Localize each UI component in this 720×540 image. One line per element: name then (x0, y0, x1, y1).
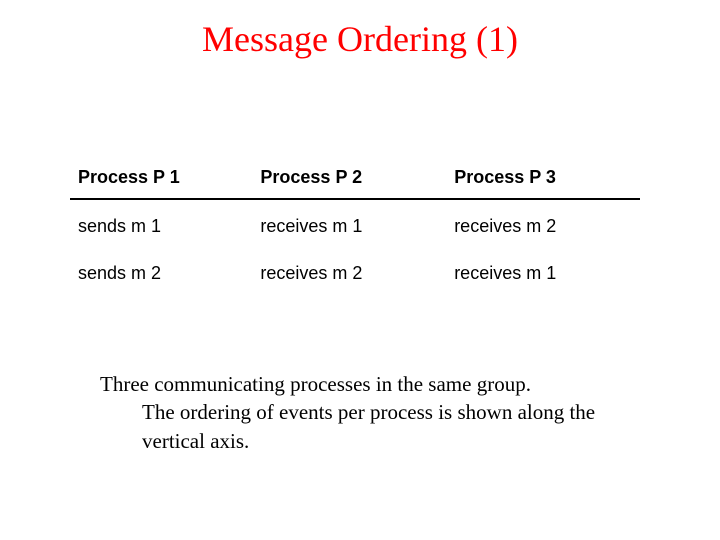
cell-r0-c1: receives m 1 (252, 199, 446, 247)
ordering-table: Process P 1 Process P 2 Process P 3 send… (70, 155, 640, 294)
slide-title: Message Ordering (1) (0, 0, 720, 60)
table-header-row: Process P 1 Process P 2 Process P 3 (70, 155, 640, 199)
table-row: sends m 1 receives m 1 receives m 2 (70, 199, 640, 247)
header-p1: Process P 1 (70, 155, 252, 199)
slide-caption: Three communicating processes in the sam… (100, 370, 630, 455)
header-p2: Process P 2 (252, 155, 446, 199)
cell-r0-c0: sends m 1 (70, 199, 252, 247)
caption-line1: Three communicating processes in the sam… (100, 372, 531, 396)
ordering-table-container: Process P 1 Process P 2 Process P 3 send… (70, 155, 640, 294)
header-p3: Process P 3 (446, 155, 640, 199)
caption-line2: The ordering of events per process is sh… (100, 398, 630, 455)
cell-r1-c1: receives m 2 (252, 247, 446, 294)
table-row: sends m 2 receives m 2 receives m 1 (70, 247, 640, 294)
cell-r1-c2: receives m 1 (446, 247, 640, 294)
cell-r1-c0: sends m 2 (70, 247, 252, 294)
cell-r0-c2: receives m 2 (446, 199, 640, 247)
